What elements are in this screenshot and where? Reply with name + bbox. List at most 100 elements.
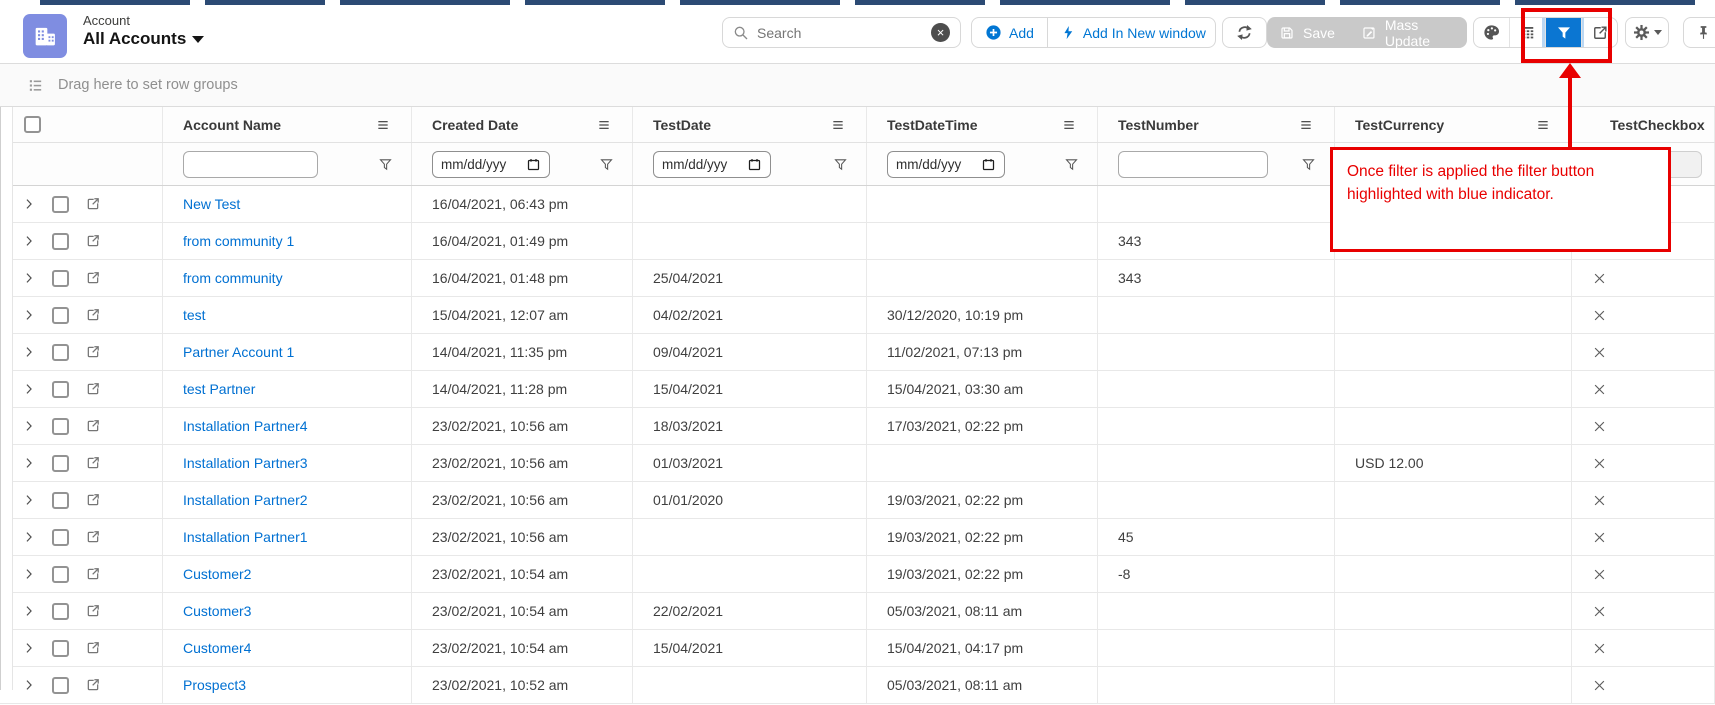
column-header-test_checkbox[interactable]: TestCheckbox: [1572, 107, 1715, 142]
column-menu-button[interactable]: [596, 117, 612, 133]
date-filter-input[interactable]: mm/dd/yyy: [653, 151, 771, 178]
floating-filter-button[interactable]: [378, 157, 393, 172]
external-link-icon[interactable]: [85, 418, 101, 434]
account-name-link[interactable]: test Partner: [183, 381, 255, 397]
chevron-right-icon[interactable]: [22, 419, 36, 433]
chevron-right-icon[interactable]: [22, 678, 36, 692]
row-expand-button[interactable]: [22, 308, 36, 322]
add-button[interactable]: Add: [972, 18, 1047, 47]
external-link-icon[interactable]: [85, 381, 101, 397]
filter-button[interactable]: [1545, 18, 1581, 47]
chevron-right-icon[interactable]: [22, 345, 36, 359]
row-open-record-button[interactable]: [85, 455, 101, 471]
external-link-icon[interactable]: [85, 455, 101, 471]
hamburger-menu-icon[interactable]: [1298, 117, 1314, 133]
row-expand-button[interactable]: [22, 678, 36, 692]
external-link-icon[interactable]: [85, 344, 101, 360]
account-name-link[interactable]: Customer4: [183, 640, 251, 656]
row-open-record-button[interactable]: [85, 270, 101, 286]
hamburger-menu-icon[interactable]: [375, 117, 391, 133]
external-link-icon[interactable]: [85, 233, 101, 249]
save-button[interactable]: Save: [1279, 25, 1335, 41]
external-link-icon[interactable]: [85, 492, 101, 508]
external-link-icon[interactable]: [85, 270, 101, 286]
account-name-link[interactable]: Installation Partner3: [183, 455, 308, 471]
row-expand-button[interactable]: [22, 234, 36, 248]
row-open-record-button[interactable]: [85, 566, 101, 582]
column-menu-button[interactable]: [1061, 117, 1077, 133]
chevron-right-icon[interactable]: [22, 456, 36, 470]
floating-filter-button[interactable]: [1301, 157, 1316, 172]
row-checkbox[interactable]: [52, 418, 69, 435]
external-link-icon[interactable]: [85, 307, 101, 323]
row-checkbox[interactable]: [52, 455, 69, 472]
row-expand-button[interactable]: [22, 604, 36, 618]
external-link-icon[interactable]: [85, 529, 101, 545]
date-filter-input[interactable]: mm/dd/yyy: [432, 151, 550, 178]
row-expand-button[interactable]: [22, 456, 36, 470]
funnel-outline-icon[interactable]: [833, 157, 848, 172]
row-expand-button[interactable]: [22, 197, 36, 211]
hamburger-menu-icon[interactable]: [1535, 117, 1551, 133]
pin-button[interactable]: [1683, 17, 1715, 48]
column-header-created_date[interactable]: Created Date: [412, 107, 633, 142]
column-header-test_currency[interactable]: TestCurrency: [1335, 107, 1572, 142]
row-open-record-button[interactable]: [85, 677, 101, 693]
floating-filter-button[interactable]: [1064, 157, 1079, 172]
row-expand-button[interactable]: [22, 530, 36, 544]
refresh-button[interactable]: [1222, 17, 1267, 48]
row-open-record-button[interactable]: [85, 529, 101, 545]
row-open-record-button[interactable]: [85, 640, 101, 656]
chevron-right-icon[interactable]: [22, 604, 36, 618]
row-expand-button[interactable]: [22, 382, 36, 396]
external-link-icon[interactable]: [85, 640, 101, 656]
hamburger-menu-icon[interactable]: [596, 117, 612, 133]
text-filter-input[interactable]: [183, 151, 318, 178]
row-checkbox[interactable]: [52, 603, 69, 620]
account-name-link[interactable]: from community: [183, 270, 283, 286]
external-link-icon[interactable]: [85, 566, 101, 582]
hamburger-menu-icon[interactable]: [1061, 117, 1077, 133]
row-open-record-button[interactable]: [85, 233, 101, 249]
row-checkbox[interactable]: [52, 381, 69, 398]
account-name-link[interactable]: Installation Partner1: [183, 529, 308, 545]
mass-update-button[interactable]: Mass Update: [1361, 17, 1467, 49]
row-checkbox[interactable]: [52, 640, 69, 657]
funnel-outline-icon[interactable]: [599, 157, 614, 172]
account-name-link[interactable]: New Test: [183, 196, 240, 212]
account-name-link[interactable]: Installation Partner4: [183, 418, 308, 434]
column-header-account_name[interactable]: Account Name: [163, 107, 412, 142]
column-menu-button[interactable]: [1535, 117, 1551, 133]
row-expand-button[interactable]: [22, 567, 36, 581]
chevron-right-icon[interactable]: [22, 197, 36, 211]
external-link-icon[interactable]: [85, 677, 101, 693]
account-name-link[interactable]: Prospect3: [183, 677, 246, 693]
funnel-outline-icon[interactable]: [1064, 157, 1079, 172]
account-name-link[interactable]: Partner Account 1: [183, 344, 294, 360]
row-open-record-button[interactable]: [85, 418, 101, 434]
row-open-record-button[interactable]: [85, 307, 101, 323]
row-checkbox[interactable]: [52, 529, 69, 546]
row-checkbox[interactable]: [52, 677, 69, 694]
account-name-link[interactable]: from community 1: [183, 233, 294, 249]
row-open-record-button[interactable]: [85, 492, 101, 508]
funnel-outline-icon[interactable]: [378, 157, 393, 172]
account-name-link[interactable]: test: [183, 307, 206, 323]
row-open-record-button[interactable]: [85, 196, 101, 212]
calendar-icon[interactable]: [747, 157, 762, 172]
row-expand-button[interactable]: [22, 493, 36, 507]
row-open-record-button[interactable]: [85, 344, 101, 360]
settings-button[interactable]: [1625, 17, 1669, 48]
row-expand-button[interactable]: [22, 419, 36, 433]
view-selector[interactable]: All Accounts: [83, 29, 204, 49]
row-expand-button[interactable]: [22, 641, 36, 655]
clear-search-icon[interactable]: ×: [931, 23, 950, 42]
floating-filter-button[interactable]: [599, 157, 614, 172]
chevron-right-icon[interactable]: [22, 234, 36, 248]
account-name-link[interactable]: Installation Partner2: [183, 492, 308, 508]
text-filter-input[interactable]: [1118, 151, 1268, 178]
chevron-right-icon[interactable]: [22, 641, 36, 655]
row-checkbox[interactable]: [52, 344, 69, 361]
funnel-outline-icon[interactable]: [1301, 157, 1316, 172]
row-expand-button[interactable]: [22, 271, 36, 285]
